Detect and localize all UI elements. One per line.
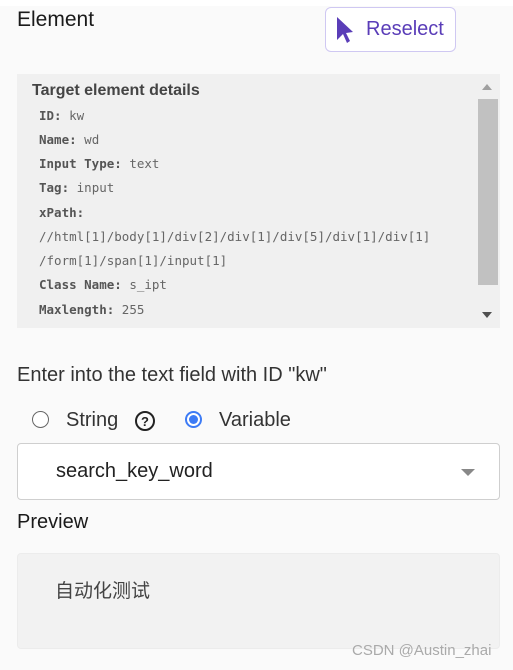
watermark: CSDN @Austin_zhai (352, 642, 492, 659)
detail-row-class-name: Class Name: s_ipt (39, 277, 167, 292)
variable-select[interactable]: search_key_word (17, 443, 500, 500)
chevron-down-icon (461, 469, 475, 476)
detail-row-tag: Tag: input (39, 180, 115, 195)
detail-row-id: ID: kw (39, 108, 85, 123)
preview-label: Preview (17, 511, 89, 533)
radio-variable[interactable] (185, 411, 202, 428)
preview-text: 自动化测试 (55, 581, 151, 602)
cursor-arrow-icon (337, 16, 353, 43)
radio-string[interactable] (32, 411, 49, 428)
reselect-button[interactable]: Reselect (325, 7, 456, 52)
scroll-down-arrow-icon[interactable] (482, 312, 492, 318)
detail-row-xpath-line2: /form[1]/span[1]/input[1] (39, 253, 228, 268)
top-strip (0, 0, 513, 6)
details-title: Target element details (32, 82, 200, 99)
detail-row-xpath: xPath: (39, 205, 85, 220)
detail-row-input-type: Input Type: text (39, 156, 160, 171)
detail-row-name: Name: wd (39, 132, 100, 147)
element-details-panel: Target element details ID: kw Name: wd I… (17, 74, 500, 328)
radio-variable-label[interactable]: Variable (219, 409, 291, 432)
scrollbar-thumb[interactable] (478, 99, 498, 285)
action-heading: Enter into the text field with ID "kw" (17, 364, 327, 386)
variable-select-value: search_key_word (56, 460, 213, 482)
detail-row-xpath-line1: //html[1]/body[1]/div[2]/div[1]/div[5]/d… (39, 229, 431, 244)
section-title: Element (17, 8, 95, 31)
detail-row-maxlength: Maxlength: 255 (39, 302, 145, 317)
help-icon[interactable]: ? (135, 411, 155, 431)
radio-string-label[interactable]: String (66, 409, 118, 432)
preview-box: 自动化测试 (17, 553, 500, 649)
reselect-label: Reselect (366, 18, 444, 40)
details-scrollbar[interactable] (477, 74, 498, 328)
scroll-up-arrow-icon[interactable] (482, 84, 492, 90)
